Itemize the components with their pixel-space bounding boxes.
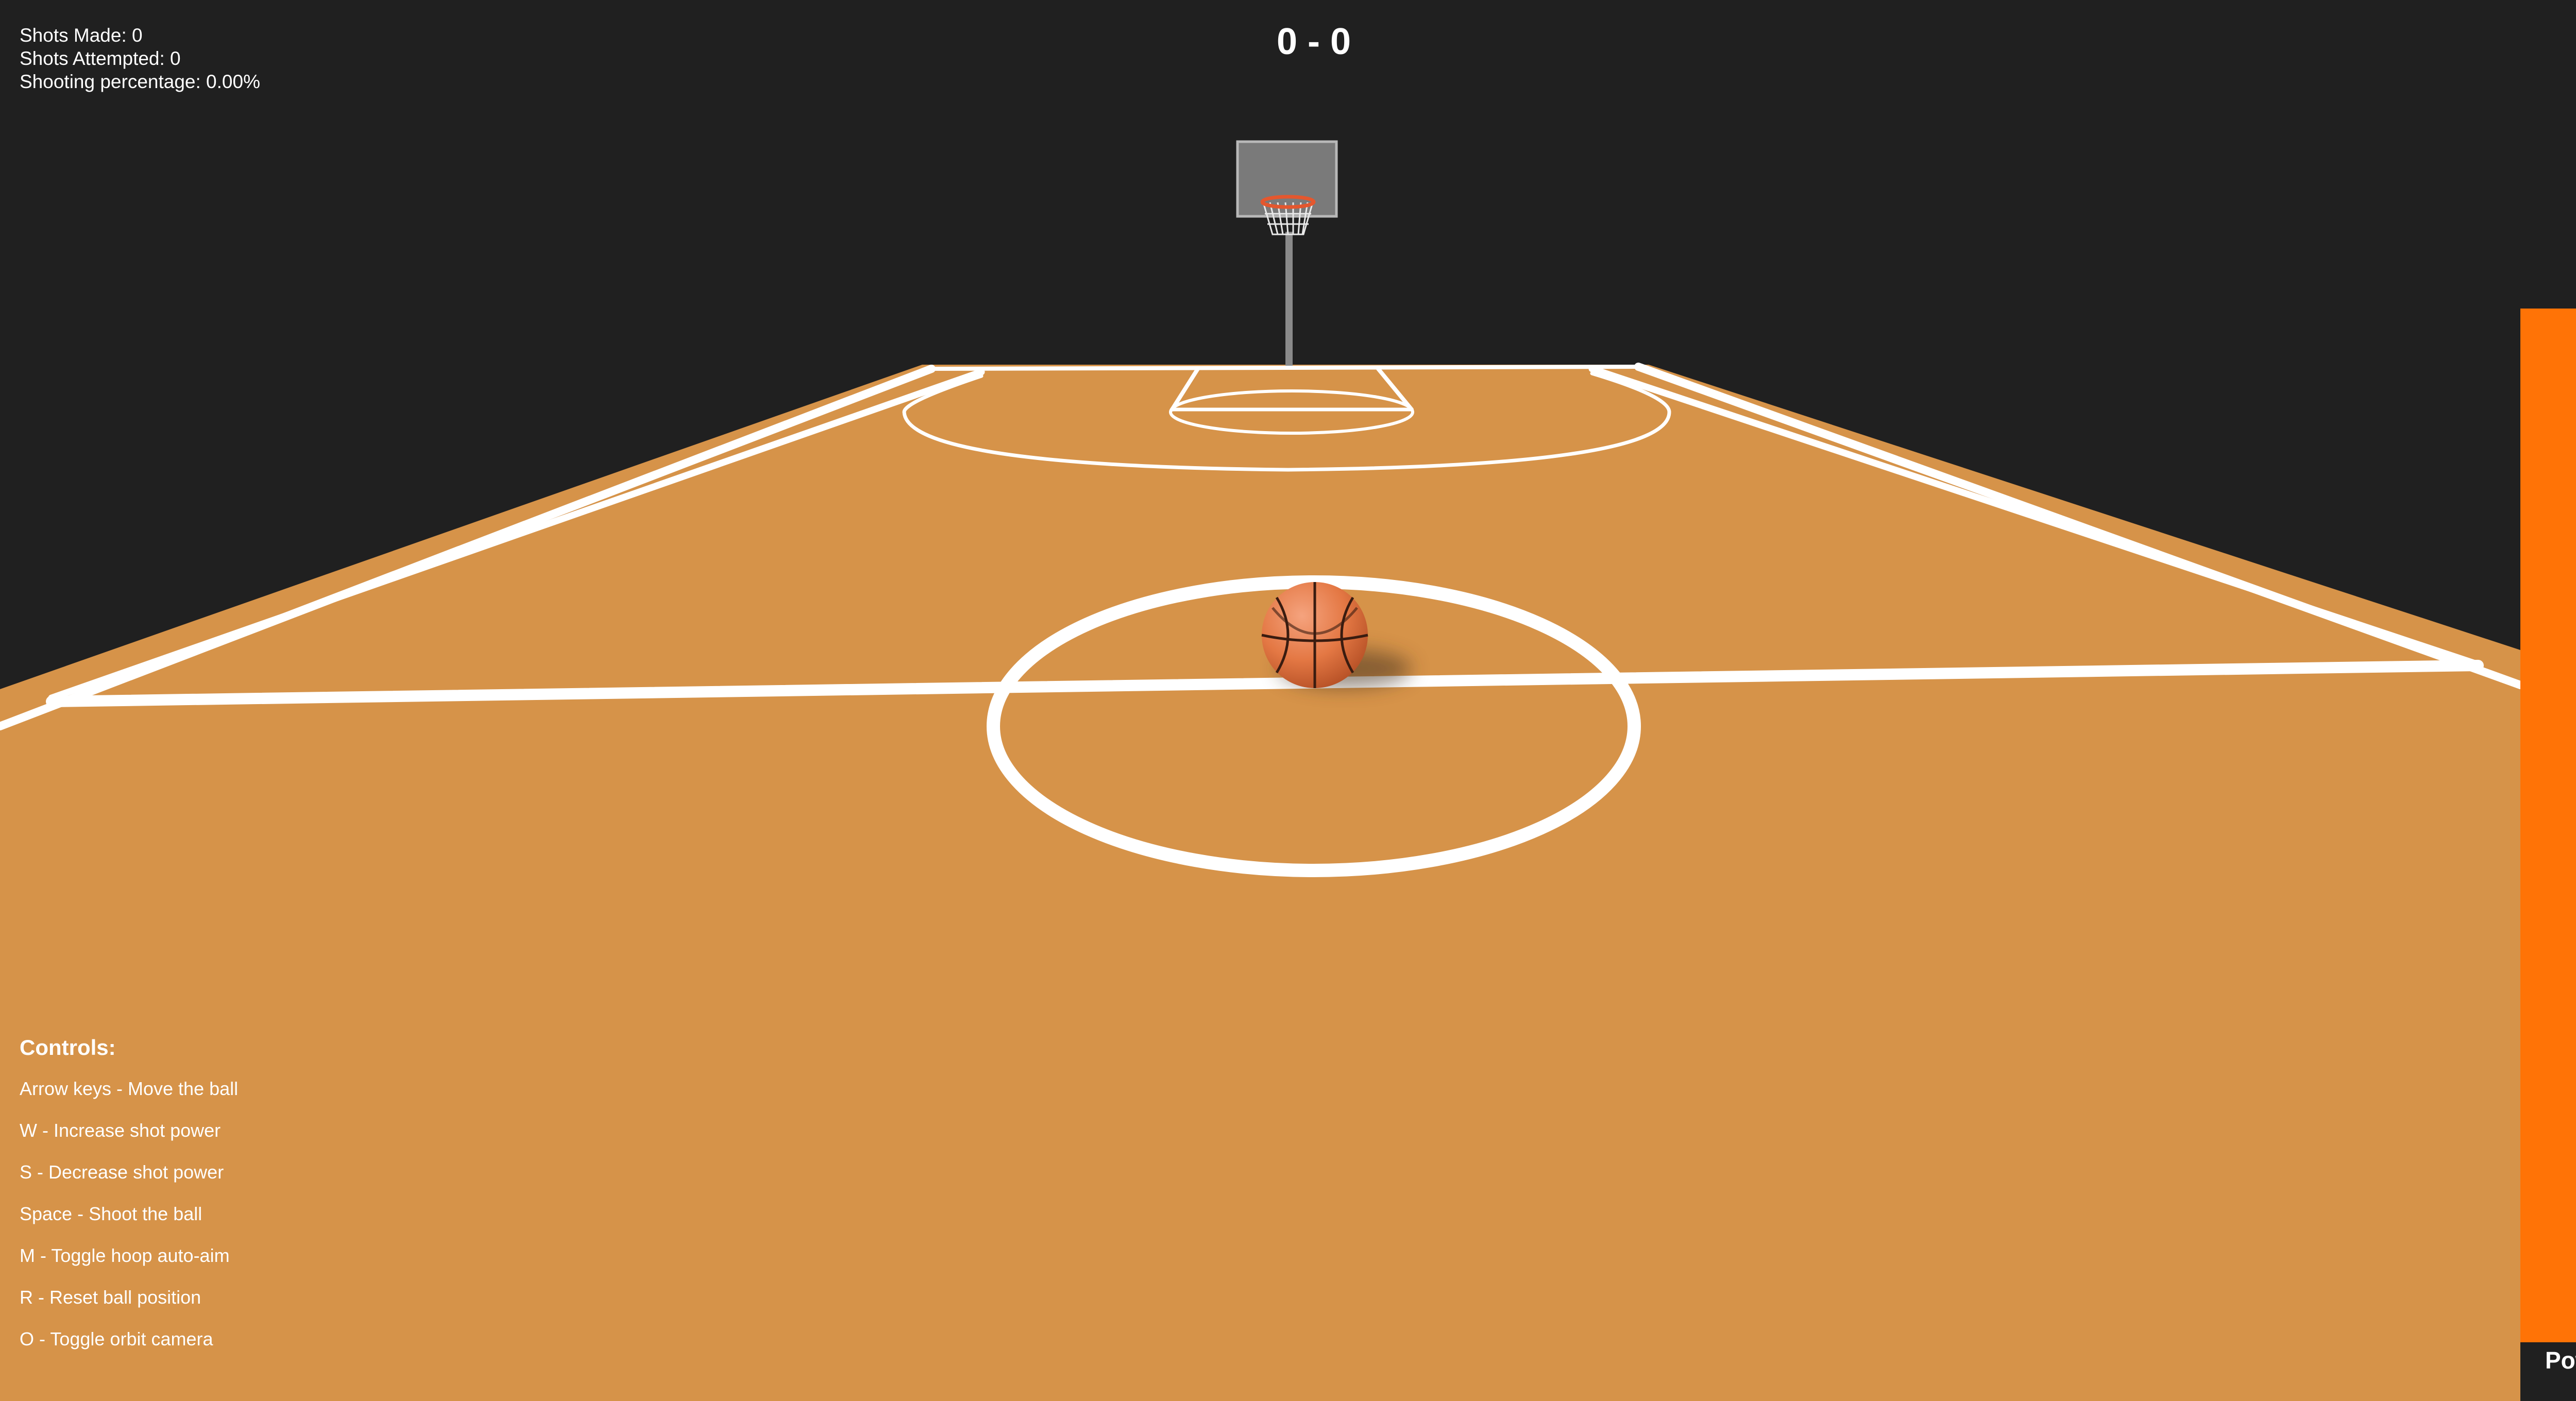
power-label: Power [2545,1347,2576,1374]
court-scene [0,140,2524,1401]
control-decrease-power: S - Decrease shot power [20,1161,224,1183]
shooting-percentage-text: Shooting percentage: 0.00% [20,71,260,92]
shots-attempted-text: Shots Attempted: 0 [20,48,181,69]
basketball-hoop [1236,140,1338,366]
game-viewport[interactable]: Shots Made: 0 Shots Attempted: 0 Shootin… [0,0,2576,1401]
control-move: Arrow keys - Move the ball [20,1078,239,1099]
control-auto-aim: M - Toggle hoop auto-aim [20,1245,230,1266]
shots-made-text: Shots Made: 0 [20,25,143,46]
court-floor [0,365,2520,1401]
power-meter-fill [2520,309,2576,1342]
scoreboard: 0 - 0 [1276,21,1351,62]
control-shoot: Space - Shoot the ball [20,1203,202,1224]
control-increase-power: W - Increase shot power [20,1120,221,1141]
controls-title: Controls: [20,1035,116,1060]
control-orbit-camera: O - Toggle orbit camera [20,1328,213,1349]
stats-panel: Shots Made: 0 Shots Attempted: 0 Shootin… [20,24,260,93]
power-meter [2520,0,2576,1342]
control-reset: R - Reset ball position [20,1287,201,1308]
controls-panel: Controls: Arrow keys - Move the ball W -… [20,1035,238,1372]
